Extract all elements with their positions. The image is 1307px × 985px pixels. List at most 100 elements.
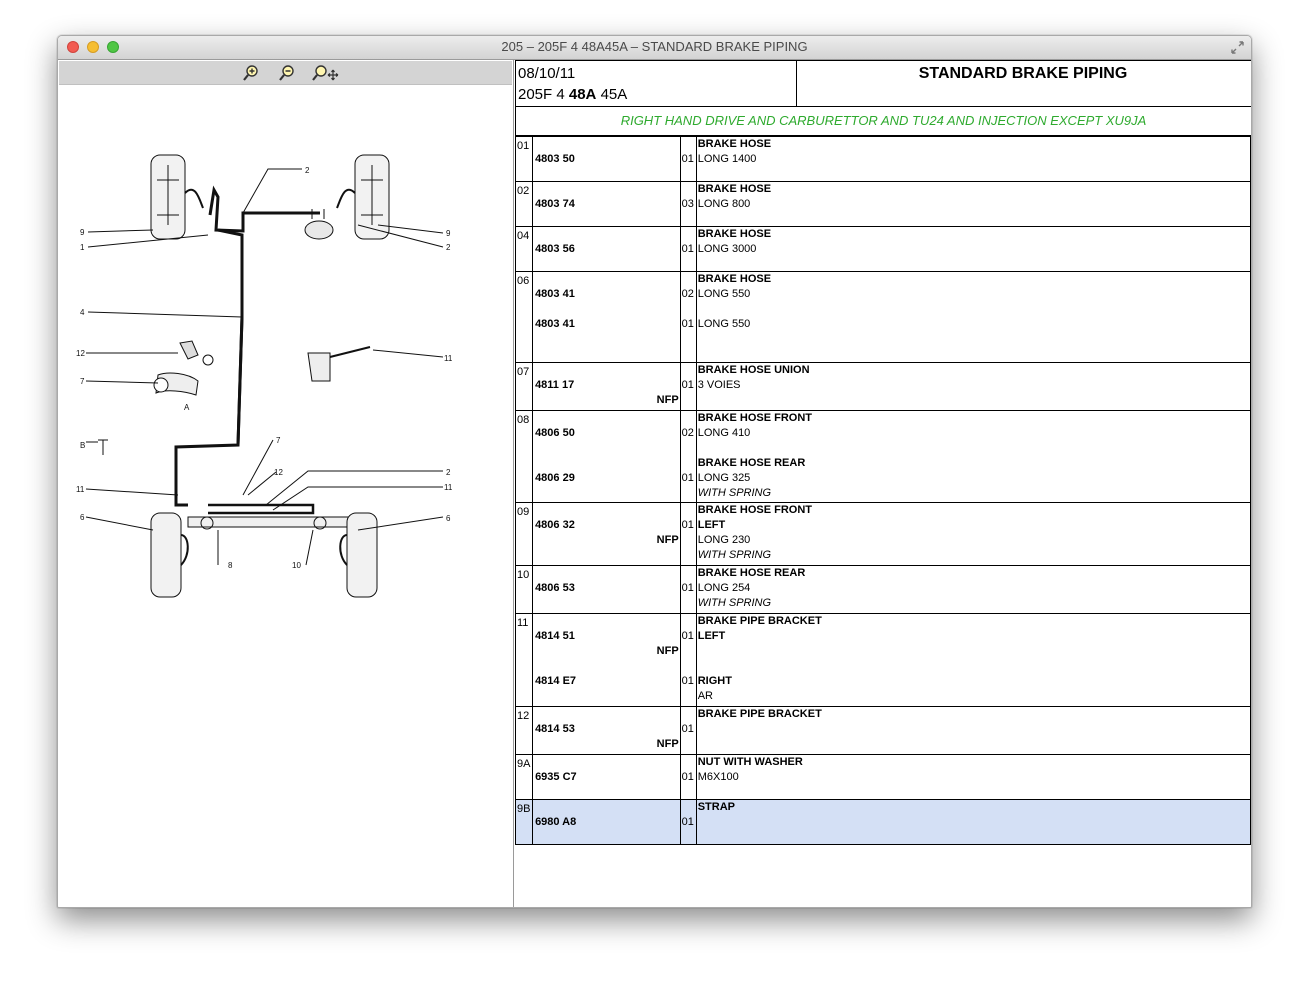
part-number[interactable]: 4806 29 <box>533 471 680 486</box>
page-title: STANDARD BRAKE PIPING <box>918 65 1128 82</box>
callout-2-right: 2 <box>446 243 451 252</box>
table-row[interactable]: 04 4803 56 01 BRAKE HOSE LONG 3000 <box>514 226 1251 272</box>
table-row[interactable]: 10 4806 53 01 BRAKE HOSE REAR LONG 254 WITH S… <box>514 565 1251 614</box>
part-number <box>533 800 680 815</box>
part-number <box>533 689 680 704</box>
callout-7-mid: 7 <box>276 436 281 445</box>
quantity-cell: 01 <box>679 799 697 845</box>
quantity-cell: 01 <box>679 565 697 614</box>
quantity <box>681 363 696 378</box>
description-line: LONG 550 <box>697 318 751 330</box>
part-number[interactable]: 4803 56 <box>533 242 680 257</box>
description-line: BRAKE HOSE REAR <box>697 457 806 469</box>
model-code: 205F 4 48A 45A <box>518 86 627 103</box>
window-title: 205 – 205F 4 48A45A – STANDARD BRAKE PIP… <box>501 39 808 54</box>
part-number[interactable]: 4811 17 <box>533 378 680 393</box>
quantity <box>681 411 696 426</box>
reference-number: 06 <box>517 275 530 287</box>
description-line: BRAKE HOSE FRONT <box>697 412 812 424</box>
quantity <box>681 503 696 518</box>
quantity <box>681 614 696 629</box>
table-row[interactable]: 09 4806 32 NFP 01 BRAKE HOSE FRONT LEFT LONG 2… <box>514 502 1251 566</box>
description-line: BRAKE PIPE BRACKET <box>697 615 822 627</box>
quantity: 01 <box>681 723 694 735</box>
applicability-condition: RIGHT HAND DRIVE AND CARBURETTOR AND TU2… <box>515 106 1251 136</box>
description-cell: NUT WITH WASHER M6X100 <box>695 754 1251 800</box>
part-number[interactable]: 4806 32 <box>533 518 680 533</box>
part-number-cell: 4806 32 NFP <box>532 502 681 566</box>
part-number <box>533 302 680 317</box>
quantity <box>681 456 696 471</box>
part-number <box>533 486 680 501</box>
part-number[interactable]: 6935 C7 <box>533 770 680 785</box>
quantity: 01 <box>681 582 694 594</box>
callout-8-right: 9 <box>446 229 451 238</box>
part-number[interactable]: 4803 74 <box>533 197 680 212</box>
table-row[interactable]: 9A 6935 C7 01 NUT WITH WASHER M6X100 <box>514 754 1251 800</box>
description-line: LONG 254 <box>697 582 751 594</box>
description-line: NUT WITH WASHER <box>697 756 803 768</box>
callout-1: 1 <box>80 243 85 252</box>
quantity <box>681 689 696 704</box>
description-line: BRAKE HOSE <box>697 228 772 240</box>
table-row[interactable]: 12 4814 53 NFP 01 BRAKE PIPE BRACKET <box>514 706 1251 755</box>
callout-11-right: 11 <box>444 354 453 363</box>
description-line <box>697 644 1250 659</box>
description-line: LONG 1400 <box>697 153 757 165</box>
table-row[interactable]: 11 4814 51 NFP 4814 E7 01 01 BRAKE PIPE BRACKE… <box>514 613 1251 707</box>
quantity: 02 <box>681 288 694 300</box>
part-number[interactable]: 4814 53 <box>533 722 680 737</box>
part-number[interactable]: 6980 A8 <box>533 815 680 830</box>
table-row[interactable]: 02 4803 74 03 BRAKE HOSE LONG 800 <box>514 181 1251 227</box>
description-line: LEFT <box>697 630 726 642</box>
callout-7-left: 7 <box>80 377 85 386</box>
fullscreen-icon[interactable] <box>1230 40 1245 55</box>
description-line <box>697 737 1250 752</box>
part-number[interactable]: 4806 50 <box>533 426 680 441</box>
table-row[interactable]: 08 4806 50 4806 29 02 01 BRAKE HOSE FRONT LONG… <box>514 410 1251 503</box>
description-line: WITH SPRING <box>697 549 772 561</box>
description-line <box>697 441 1250 456</box>
description-cell: BRAKE HOSE UNION 3 VOIES <box>695 362 1251 411</box>
table-row[interactable]: 07 4811 17 NFP 01 BRAKE HOSE UNION 3 VOIES <box>514 362 1251 411</box>
part-number <box>533 548 680 563</box>
quantity: 01 <box>681 472 694 484</box>
description-cell: BRAKE HOSE FRONT LEFT LONG 230 WITH SPRING <box>695 502 1251 566</box>
ref-cell: 09 <box>514 502 534 566</box>
zoom-out-icon[interactable] <box>278 64 296 82</box>
part-number <box>533 272 680 287</box>
part-number[interactable]: 4803 41 <box>533 287 680 302</box>
description-line <box>697 722 1250 737</box>
quantity <box>681 182 696 197</box>
part-number[interactable]: 4803 50 <box>533 152 680 167</box>
description-cell: BRAKE HOSE LONG 1400 <box>695 136 1251 182</box>
callout-a: A <box>184 403 190 412</box>
model-code-suffix: 45A <box>596 86 628 103</box>
quantity: 01 <box>681 519 694 531</box>
description-line: BRAKE HOSE REAR <box>697 567 806 579</box>
part-number-cell: 6980 A8 <box>532 799 681 845</box>
part-number[interactable]: 4803 41 <box>533 317 680 332</box>
quantity <box>681 644 696 659</box>
callout-12-mid: 12 <box>274 468 283 477</box>
zoom-in-icon[interactable] <box>242 64 260 82</box>
part-number[interactable]: 4806 53 <box>533 581 680 596</box>
description-line: BRAKE HOSE <box>697 138 772 150</box>
callout-b: B <box>80 441 85 450</box>
table-row[interactable]: 9B 6980 A8 01 STRAP <box>514 799 1251 845</box>
part-number[interactable]: 4814 E7 <box>533 674 680 689</box>
quantity-cell: 02 01 <box>679 410 697 503</box>
part-number-cell: 4803 74 <box>532 181 681 227</box>
description-line <box>697 815 1250 830</box>
table-row[interactable]: 06 4803 41 4803 41 02 01 BRAKE HOSE LONG 550 LO… <box>514 271 1251 363</box>
part-number <box>533 596 680 611</box>
table-row[interactable]: 01 4803 50 01 BRAKE HOSE LONG 1400 <box>514 136 1251 182</box>
part-number[interactable]: 4814 51 <box>533 629 680 644</box>
part-number-cell: 4814 53 NFP <box>532 706 681 755</box>
reference-number: 07 <box>517 366 530 378</box>
description-cell: BRAKE PIPE BRACKET LEFT RIGHT AR <box>695 613 1251 707</box>
callout-4: 4 <box>80 308 85 317</box>
quantity-cell: 01 <box>679 502 697 566</box>
part-number <box>533 137 680 152</box>
zoom-pan-icon[interactable] <box>311 64 339 82</box>
